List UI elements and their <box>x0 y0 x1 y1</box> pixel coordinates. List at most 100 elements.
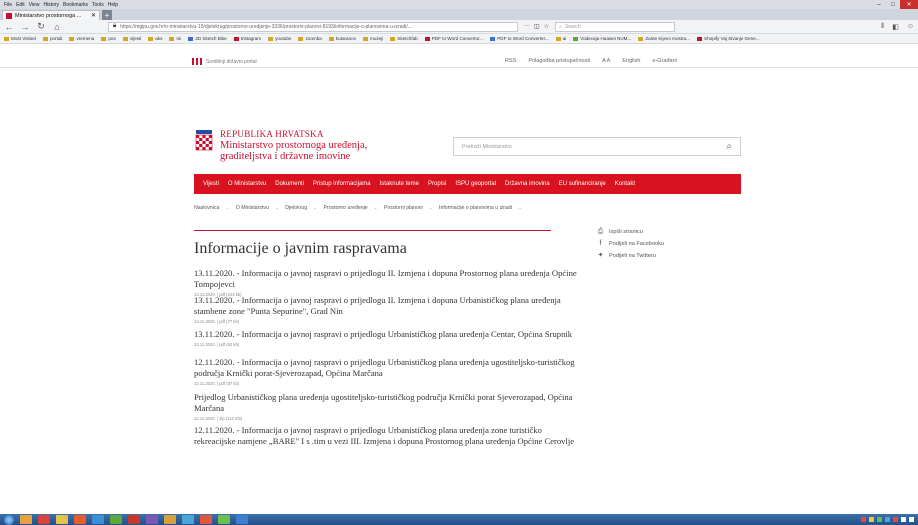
news-meta[interactable]: 12.11.2020. | zip (112 mb) <box>194 416 584 421</box>
explorer-icon[interactable] <box>20 515 32 524</box>
breadcrumb-item[interactable]: Djelokrug <box>285 205 307 211</box>
news-title-link[interactable]: 13.11.2020. - Informacija o javnoj raspr… <box>194 268 584 290</box>
bookmark-star-icon[interactable]: ☆ <box>544 23 549 30</box>
news-meta[interactable]: 13.11.2020. | pdf (62 kb) <box>194 342 584 347</box>
bookmark-item[interactable]: portali <box>42 36 62 41</box>
bookmark-item[interactable]: Instagram <box>233 36 261 41</box>
bookmark-item[interactable]: pos <box>101 36 116 41</box>
bookmark-item[interactable]: Shopify Vaj Sivanje Gene... <box>697 36 760 41</box>
menu-edit[interactable]: Edit <box>16 2 25 8</box>
word-icon[interactable] <box>92 515 104 524</box>
bookmark-item[interactable]: kutaranov <box>328 36 356 41</box>
bookmark-item[interactable]: youtube <box>268 36 291 41</box>
app-icon[interactable] <box>236 515 248 524</box>
app-icon[interactable] <box>182 515 194 524</box>
news-title-link[interactable]: 12.11.2020. - Informacija o javnoj raspr… <box>194 425 584 447</box>
nav-item[interactable]: O Ministarstvu <box>228 181 266 187</box>
bookmark-item[interactable]: PDF to Word Converter... <box>490 36 549 41</box>
breadcrumb-item[interactable]: Prostorno uređenje <box>324 205 368 211</box>
maximize-icon[interactable]: □ <box>886 0 900 9</box>
url-bar[interactable]: 🔒︎ https://mgipu.gov.hr/o-ministarstvu-1… <box>108 21 518 32</box>
nav-item[interactable]: EU sufinanciranje <box>559 181 606 187</box>
bookmark-item[interactable]: Sketchfab <box>390 36 418 41</box>
excel-icon[interactable] <box>110 515 122 524</box>
share-action[interactable]: ✦ Podijeli na Twitteru <box>597 250 664 262</box>
start-button[interactable] <box>4 514 14 525</box>
search-icon[interactable]: ⌕ <box>726 141 732 152</box>
news-meta[interactable]: 12.11.2020. | pdf (87 kb) <box>194 381 584 386</box>
app-icon[interactable] <box>146 515 158 524</box>
bookmark-item[interactable]: PDF to Word Convertor... <box>424 36 483 41</box>
share-action[interactable]: ⎙ Ispiši stranicu <box>597 226 664 238</box>
nav-item[interactable]: Kontakt <box>615 181 635 187</box>
folder-icon[interactable] <box>56 515 68 524</box>
menu-help[interactable]: Help <box>108 2 118 8</box>
bookmark-item[interactable]: Zante Kijevo mostra... <box>638 36 690 41</box>
menu-history[interactable]: History <box>43 2 59 8</box>
account-icon[interactable]: ☺ <box>907 23 914 31</box>
close-tab-icon[interactable]: ✕ <box>91 12 96 19</box>
app-icon[interactable] <box>164 515 176 524</box>
tray-icon[interactable] <box>885 517 890 522</box>
close-window-icon[interactable]: ✕ <box>900 0 918 9</box>
reload-icon[interactable]: ↻ <box>36 21 46 32</box>
bookmark-item[interactable]: Most Visited <box>4 36 36 41</box>
minimize-icon[interactable]: – <box>872 0 886 9</box>
bookmark-item[interactable]: Vodecaja Huawei NUM... <box>573 36 631 41</box>
tray-icon[interactable] <box>861 517 866 522</box>
coat-of-arms-icon[interactable] <box>194 130 214 152</box>
nav-item[interactable]: ISPU geoportal <box>455 181 496 187</box>
library-icon[interactable]: ⫴ <box>881 23 884 31</box>
font-size-toggle[interactable]: A A <box>602 58 610 64</box>
network-icon[interactable] <box>909 517 914 522</box>
tray-icon[interactable] <box>869 517 874 522</box>
menu-view[interactable]: View <box>29 2 40 8</box>
site-search-input[interactable]: Pretraži Ministarstvo ⌕ <box>453 137 741 156</box>
bookmark-item[interactable]: ai <box>555 36 566 41</box>
page-actions-icon[interactable]: ··· <box>524 23 530 30</box>
home-icon[interactable]: ⌂ <box>52 22 62 32</box>
gov-portal-link[interactable]: Središnji državni portal <box>192 58 257 65</box>
browser-tab[interactable]: Ministarstvo prostornoga ... ✕ <box>2 10 100 20</box>
rss-link[interactable]: RSS <box>505 58 516 64</box>
nav-item[interactable]: Državna imovina <box>505 181 550 187</box>
ministry-title[interactable]: REPUBLIKA HRVATSKA Ministarstvo prostorn… <box>220 129 367 162</box>
menu-tools[interactable]: Tools <box>92 2 104 8</box>
bookmark-item[interactable]: Ini <box>169 36 181 41</box>
share-action[interactable]: f Podijeli na Facebooku <box>597 238 665 250</box>
news-title-link[interactable]: 13.11.2020. - Informacija o javnoj raspr… <box>194 295 584 317</box>
bookmark-item[interactable]: zoomba <box>298 36 322 41</box>
accessibility-link[interactable]: Prilagodba pristupačnosti <box>528 58 590 64</box>
news-title-link[interactable]: 13.11.2020. - Informacija o javnoj raspr… <box>194 329 584 340</box>
breadcrumb-item[interactable]: Prostorni planovi <box>384 205 423 211</box>
e-gradani-link[interactable]: e-Građani <box>652 58 676 64</box>
browser-search-input[interactable]: ⌕ Search <box>555 21 676 32</box>
bookmark-item[interactable]: vremena <box>69 36 94 41</box>
menu-file[interactable]: File <box>4 2 12 8</box>
nav-item[interactable]: Istaknute teme <box>380 181 419 187</box>
app-icon[interactable] <box>200 515 212 524</box>
bookmark-item[interactable]: vijesti <box>122 36 141 41</box>
news-title-link[interactable]: 12.11.2020. - Informacija o javnoj raspr… <box>194 357 584 379</box>
nav-item[interactable]: Vijesti <box>203 181 219 187</box>
app-icon[interactable] <box>38 515 50 524</box>
bookmark-item[interactable]: 3D Sketch Bike <box>188 36 227 41</box>
breadcrumb-item[interactable]: Informacije o planovima u izradi <box>439 205 512 211</box>
forward-icon[interactable]: → <box>20 22 30 32</box>
breadcrumb-item[interactable]: Naslovnica <box>194 205 219 211</box>
tray-icon[interactable] <box>877 517 882 522</box>
news-meta[interactable]: 13.11.2020. | pdf (77 kb) <box>194 319 584 324</box>
firefox-icon[interactable] <box>74 515 86 524</box>
sidebar-icon[interactable]: ◧ <box>892 23 899 31</box>
back-icon[interactable]: ← <box>4 22 14 32</box>
bookmark-item[interactable]: aks <box>148 36 162 41</box>
acrobat-icon[interactable] <box>128 515 140 524</box>
app-icon[interactable] <box>218 515 230 524</box>
news-title-link[interactable]: Prijedlog Urbanističkog plana uređenja u… <box>194 392 584 414</box>
pocket-icon[interactable]: ◫ <box>534 23 540 30</box>
nav-item[interactable]: Propisi <box>428 181 446 187</box>
breadcrumb-item[interactable]: O Ministarstvu <box>236 205 269 211</box>
bookmark-item[interactable]: muzeji <box>363 36 383 41</box>
new-tab-icon[interactable]: + <box>102 10 112 20</box>
menu-bookmarks[interactable]: Bookmarks <box>63 2 88 8</box>
